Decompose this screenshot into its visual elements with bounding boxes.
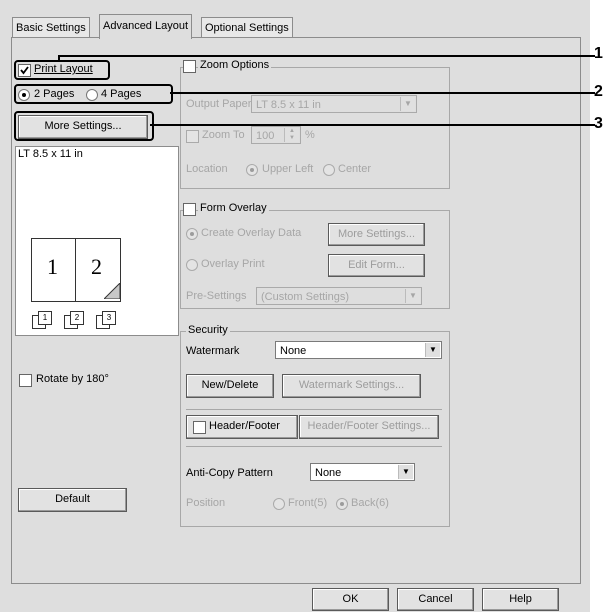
- tab-basic-settings[interactable]: Basic Settings: [12, 17, 90, 38]
- header-footer-checkbox[interactable]: [193, 421, 206, 434]
- radio-create-overlay[interactable]: [186, 228, 198, 240]
- default-button[interactable]: Default: [18, 488, 127, 512]
- security-title: Security: [186, 324, 230, 336]
- zoom-percent: %: [305, 129, 315, 141]
- watermark-value: None: [280, 345, 307, 357]
- zoom-value: 100: [256, 130, 275, 142]
- new-delete-button[interactable]: New/Delete: [186, 374, 274, 398]
- anticopy-label: Anti-Copy Pattern: [186, 467, 273, 479]
- form-overlay-checkbox[interactable]: [183, 203, 196, 216]
- upper-left-label: Upper Left: [262, 163, 314, 175]
- position-label: Position: [186, 497, 226, 509]
- callout-number-1: 1: [594, 45, 603, 62]
- watermark-settings-button[interactable]: Watermark Settings...: [282, 374, 421, 398]
- center-label: Center: [338, 163, 372, 175]
- separator: [186, 409, 442, 410]
- radio-back[interactable]: [336, 498, 348, 510]
- collate-page-3-icon: 3: [96, 311, 116, 329]
- radio-center[interactable]: [323, 164, 335, 176]
- rotate-180-checkbox[interactable]: [19, 374, 32, 387]
- location-label: Location: [186, 163, 228, 175]
- presettings-select[interactable]: (Custom Settings) ▼: [256, 287, 422, 305]
- zoom-options-title: Zoom Options: [198, 59, 272, 71]
- tab-advanced-layout[interactable]: Advanced Layout: [99, 14, 193, 39]
- preview-page-1: 1: [47, 254, 58, 279]
- front-label: Front(5): [288, 497, 328, 509]
- ok-button[interactable]: OK: [312, 588, 389, 611]
- layout-preview: LT 8.5 x 11 in 1 2 1 2 3: [15, 146, 179, 336]
- header-footer-toggle[interactable]: Header/Footer: [186, 415, 298, 439]
- create-overlay-label: Create Overlay Data: [201, 227, 302, 239]
- overlay-more-settings-button[interactable]: More Settings...: [328, 223, 425, 246]
- output-paper-label: Output Paper: [186, 98, 252, 110]
- cancel-button[interactable]: Cancel: [397, 588, 474, 611]
- zoom-to-checkbox[interactable]: [186, 130, 199, 143]
- zoom-spinner[interactable]: 100 ▲ ▼: [251, 126, 301, 144]
- output-paper-select[interactable]: LT 8.5 x 11 in ▼: [251, 95, 417, 113]
- rotate-180-label: Rotate by 180°: [36, 373, 109, 385]
- radio-overlay-print[interactable]: [186, 259, 198, 271]
- radio-front[interactable]: [273, 498, 285, 510]
- separator: [186, 446, 442, 447]
- zoom-to-label: Zoom To: [202, 129, 245, 141]
- watermark-label: Watermark: [186, 345, 240, 357]
- tab-optional-settings[interactable]: Optional Settings: [201, 17, 293, 38]
- chevron-down-icon: ▼: [400, 97, 415, 111]
- preview-paper-label: LT 8.5 x 11 in: [18, 148, 83, 160]
- header-footer-settings-button[interactable]: Header/Footer Settings...: [299, 415, 439, 439]
- callout-box-2: [14, 84, 173, 104]
- presettings-value: (Custom Settings): [261, 291, 350, 303]
- chevron-down-icon: ▼: [405, 289, 420, 303]
- output-paper-value: LT 8.5 x 11 in: [256, 99, 321, 111]
- anticopy-value: None: [315, 467, 342, 479]
- overlay-print-label: Overlay Print: [201, 258, 265, 270]
- callout-box-3: [14, 111, 154, 141]
- spinner-arrows-icon: ▲ ▼: [284, 128, 299, 142]
- preview-page-2: 2: [91, 254, 102, 279]
- anticopy-select[interactable]: None ▼: [310, 463, 415, 481]
- collate-page-2-icon: 2: [64, 311, 84, 329]
- callout-number-2: 2: [594, 83, 603, 100]
- callout-line-1: [58, 55, 595, 57]
- callout-box-1: [14, 60, 110, 80]
- callout-line-1-tick: [58, 55, 60, 62]
- back-label: Back(6): [351, 497, 389, 509]
- callout-number-3: 3: [594, 115, 603, 132]
- form-overlay-title: Form Overlay: [198, 202, 269, 214]
- radio-upper-left[interactable]: [246, 164, 258, 176]
- callout-line-3: [150, 124, 595, 126]
- header-footer-label: Header/Footer: [209, 420, 280, 432]
- chevron-down-icon: ▼: [398, 465, 413, 479]
- page-curl-icon: [104, 283, 120, 299]
- collate-page-1-icon: 1: [32, 311, 52, 329]
- help-button[interactable]: Help: [482, 588, 559, 611]
- presettings-label: Pre-Settings: [186, 290, 247, 302]
- watermark-select[interactable]: None ▼: [275, 341, 442, 359]
- chevron-down-icon: ▼: [425, 343, 440, 357]
- zoom-options-checkbox[interactable]: [183, 60, 196, 73]
- edit-form-button[interactable]: Edit Form...: [328, 254, 425, 277]
- callout-line-2: [170, 92, 595, 94]
